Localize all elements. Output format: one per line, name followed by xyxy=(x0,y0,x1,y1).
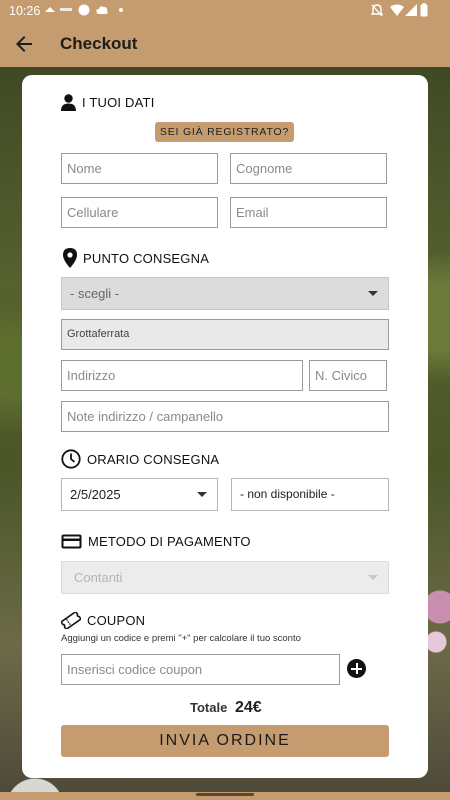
plus-circle-icon[interactable] xyxy=(347,659,366,678)
user-icon xyxy=(61,94,76,111)
punto-consegna-select[interactable]: - scegli - xyxy=(61,277,389,310)
select-value: Contanti xyxy=(74,570,123,585)
dot-notification-icon xyxy=(119,8,123,12)
wifi-icon xyxy=(390,4,404,16)
arrow-left-icon[interactable] xyxy=(12,32,36,56)
data-select[interactable]: 2/5/2025 xyxy=(61,478,218,511)
circle-notification-icon xyxy=(78,4,90,16)
app-bar: Checkout xyxy=(0,22,450,67)
section-orario: ORARIO CONSEGNA xyxy=(61,449,219,469)
location-pin-icon xyxy=(63,248,77,268)
note-field[interactable]: Note indirizzo / campanello xyxy=(61,401,389,432)
clock-icon xyxy=(61,449,81,469)
credit-card-icon xyxy=(61,534,82,549)
ticket-icon xyxy=(61,612,81,629)
section-coupon: COUPON xyxy=(61,612,145,629)
battery-icon xyxy=(420,3,428,17)
chevron-down-icon xyxy=(197,492,207,497)
already-registered-button[interactable]: SEI GIÀ REGISTRATO? xyxy=(155,122,294,142)
total: Totale 24€ xyxy=(190,699,262,717)
section-title: METODO DI PAGAMENTO xyxy=(88,534,251,549)
email-field[interactable]: Email xyxy=(230,197,387,228)
cognome-field[interactable]: Cognome xyxy=(230,153,387,184)
total-amount: 24€ xyxy=(234,699,262,716)
select-value: - non disponibile - xyxy=(240,487,335,501)
cloud-notification-icon xyxy=(96,6,108,14)
select-value: - scegli - xyxy=(70,286,120,301)
citta-field[interactable]: Grottaferrata xyxy=(61,319,389,350)
signal-icon xyxy=(405,4,417,16)
chevron-down-icon xyxy=(368,575,378,580)
indirizzo-field[interactable]: Indirizzo xyxy=(61,360,303,391)
chevron-down-icon xyxy=(368,291,378,296)
section-dati: I TUOI DATI xyxy=(61,94,155,111)
mute-icon xyxy=(371,4,383,17)
status-bar: 10:26 xyxy=(0,0,450,22)
total-label: Totale xyxy=(190,700,228,715)
checkout-form: I TUOI DATI SEI GIÀ REGISTRATO? Nome Cog… xyxy=(22,75,428,778)
section-title: PUNTO CONSEGNA xyxy=(83,250,210,266)
submit-order-button[interactable]: INVIA ORDINE xyxy=(61,725,389,757)
notification-icon xyxy=(45,7,55,12)
civico-field[interactable]: N. Civico xyxy=(309,360,387,391)
ora-select[interactable]: - non disponibile - xyxy=(231,478,389,511)
section-title: ORARIO CONSEGNA xyxy=(87,451,220,467)
section-title: COUPON xyxy=(87,613,146,628)
section-pagamento: METODO DI PAGAMENTO xyxy=(61,534,251,549)
coupon-input[interactable]: Inserisci codice coupon xyxy=(61,654,340,685)
page-title: Checkout xyxy=(60,34,138,53)
pagamento-select[interactable]: Contanti xyxy=(61,561,389,594)
status-time: 10:26 xyxy=(9,4,41,18)
home-gesture-handle[interactable] xyxy=(196,793,254,796)
select-value: 2/5/2025 xyxy=(70,487,121,502)
section-consegna: PUNTO CONSEGNA xyxy=(63,248,209,268)
nome-field[interactable]: Nome xyxy=(61,153,218,184)
app-notification-icon xyxy=(60,8,72,11)
cellulare-field[interactable]: Cellulare xyxy=(61,197,218,228)
section-title: I TUOI DATI xyxy=(82,95,155,110)
coupon-help-text: Aggiungi un codice e premi "+" per calco… xyxy=(61,633,301,644)
